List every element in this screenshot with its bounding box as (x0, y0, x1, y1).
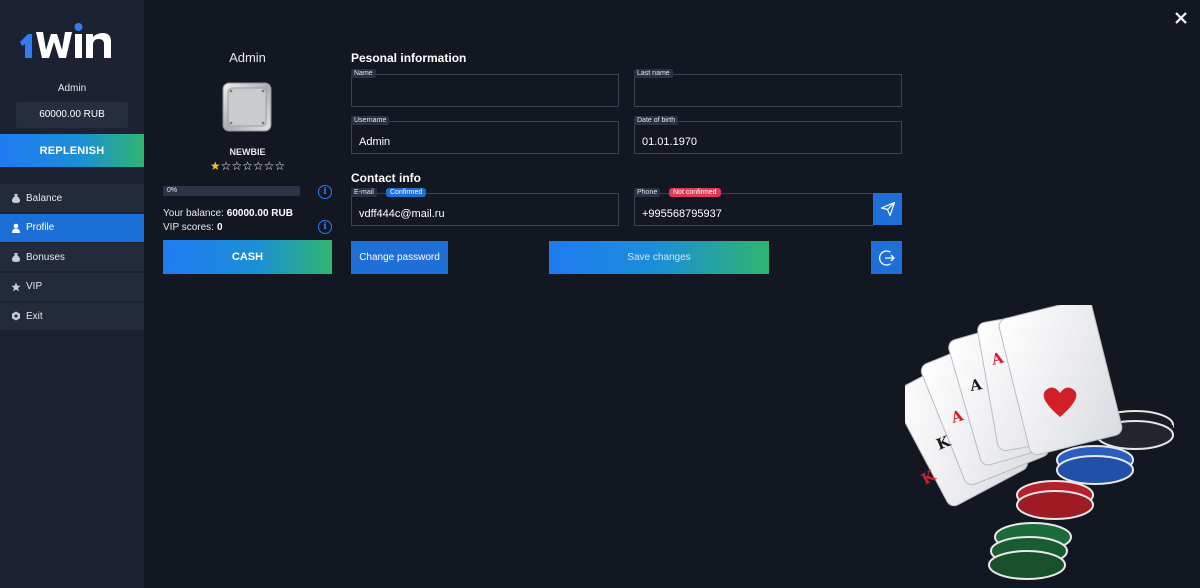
name-label: Name (351, 69, 376, 78)
username-field[interactable]: Username (351, 116, 619, 154)
vip-scores-label: VIP scores: (163, 222, 214, 233)
save-changes-button[interactable]: Save changes (549, 241, 769, 274)
sidebar-item-vip[interactable]: VIP (0, 272, 144, 301)
money-bag-icon (10, 192, 22, 204)
name-input[interactable] (352, 75, 618, 106)
logout-button[interactable] (871, 241, 902, 274)
rank-label: NEWBIE (229, 147, 266, 157)
sidebar-item-label: Exit (26, 310, 43, 322)
sidebar-balance: 60000.00 RUB (16, 102, 128, 128)
user-icon (10, 222, 22, 234)
change-password-button[interactable]: Change password (351, 241, 448, 274)
name-field[interactable]: Name (351, 69, 619, 107)
sidebar-item-profile[interactable]: Profile (0, 213, 144, 242)
star-empty-icon: ☆ (274, 159, 286, 173)
balance-line: Your balance: 60000.00 RUB (163, 208, 293, 219)
sidebar-item-label: Balance (26, 192, 63, 204)
star-empty-icon: ☆ (231, 159, 243, 173)
exit-icon (10, 310, 22, 322)
replenish-button[interactable]: REPLENISH (0, 134, 144, 167)
sidebar-item-label: Profile (26, 222, 55, 233)
send-code-button[interactable] (873, 193, 902, 225)
email-label: E-mail (351, 188, 377, 197)
date-of-birth-label: Date of birth (634, 116, 679, 125)
rank-stars: ★☆☆☆☆☆☆ (163, 159, 332, 173)
email-input[interactable] (352, 194, 618, 225)
1win-logo[interactable] (18, 20, 128, 62)
phone-status-badge: Not confirmed (669, 188, 721, 197)
cash-button[interactable]: CASH (163, 240, 332, 274)
star-empty-icon: ☆ (220, 159, 232, 173)
balance-value: 60000.00 RUB (226, 208, 293, 219)
profile-name: Admin (229, 50, 266, 65)
balance-label: Your balance: (163, 208, 224, 219)
date-of-birth-input[interactable] (635, 122, 901, 153)
send-icon (880, 201, 895, 217)
email-field[interactable]: E-mail Confirmed (351, 188, 619, 226)
info-icon[interactable]: i (318, 185, 332, 199)
sidebar-item-balance[interactable]: Balance (0, 184, 144, 212)
last-name-input[interactable] (635, 75, 901, 106)
email-status-badge: Confirmed (386, 188, 427, 197)
rank-badge-icon (222, 82, 272, 132)
star-icon (10, 281, 22, 293)
username-label: Username (351, 116, 390, 125)
money-bag-icon (10, 251, 22, 263)
username-input[interactable] (352, 122, 618, 153)
sidebar-item-label: Bonuses (26, 251, 65, 263)
progress-label: 0% (167, 187, 178, 194)
phone-input[interactable] (635, 194, 873, 225)
sidebar-item-exit[interactable]: Exit (0, 302, 144, 330)
last-name-field[interactable]: Last name (634, 69, 902, 107)
info-icon[interactable]: i (318, 220, 332, 234)
phone-label: Phone (634, 188, 661, 197)
logout-icon (878, 249, 895, 266)
sidebar: Admin 60000.00 RUB REPLENISH Balance Pro… (0, 0, 144, 588)
vip-scores-line: VIP scores: 0 (163, 222, 223, 233)
star-empty-icon: ☆ (242, 159, 253, 173)
last-name-label: Last name (634, 69, 673, 78)
sidebar-item-bonuses[interactable]: Bonuses (0, 243, 144, 271)
star-empty-icon: ☆ (252, 159, 264, 173)
sidebar-username: Admin (57, 83, 87, 94)
contact-info-title: Contact info (351, 171, 421, 185)
sidebar-item-label: VIP (26, 281, 43, 292)
star-empty-icon: ☆ (263, 159, 275, 173)
close-icon[interactable] (1172, 9, 1190, 27)
vip-progress-bar: 0% (163, 186, 300, 196)
vip-scores-value: 0 (216, 222, 223, 233)
personal-info-title: Pesonal information (351, 51, 467, 65)
date-of-birth-field[interactable]: Date of birth (634, 116, 902, 154)
phone-field[interactable]: Phone Not confirmed (634, 188, 874, 226)
playing-cards-illustration: K K A A A (905, 305, 1174, 580)
sidebar-menu: Balance Profile Bonuses VIP Exit (0, 184, 144, 332)
star-filled-icon: ★ (209, 159, 221, 173)
